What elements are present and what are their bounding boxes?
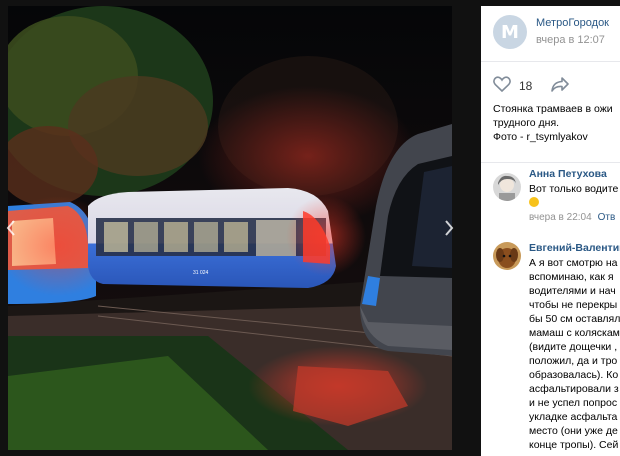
comment-text-line: водителями и нач [529,285,616,297]
comment-time[interactable]: вчера в 22:04 [529,212,592,223]
comment-text: А я вот смотрю на вспоминаю, как я водит… [529,256,620,452]
post-actions: 18 [493,76,570,96]
post-text-line: трудного дня. [493,117,560,129]
comment-text-line: Вот только водите [529,183,619,195]
divider [481,162,620,163]
post-photo[interactable]: 31 024 [8,6,452,450]
chevron-right-icon[interactable] [442,218,456,238]
tram-night-photo: 31 024 [8,6,452,450]
like-count: 18 [519,79,533,93]
commenter-avatar[interactable] [493,242,521,270]
comment-text-line: положил, да и тро [529,355,618,367]
post-text-line: Стоянка трамваев в ожи [493,103,613,115]
post-side-panel: M МетроГородок вчера в 12:07 18 Стоянка … [481,6,620,456]
post-text: Стоянка трамваев в ожи трудного дня. Фот… [493,102,620,144]
comment-text-line: конце тропы). Сей [529,439,619,451]
avatar-letter: M [501,21,519,43]
tram-number: 31 024 [193,270,209,276]
comment-text-line: место (они уже де [529,425,618,437]
comment-text-line: чтобы не перекры [529,299,618,311]
commenter-name[interactable]: Анна Петухова [529,168,607,180]
comment-text-line: и не успел попрос [529,397,618,409]
comment-text-line: укладке асфальта [529,411,618,423]
commenter-avatar[interactable] [493,173,521,201]
community-avatar[interactable]: M [493,15,527,49]
comment-meta: вчера в 22:04 Отв [529,212,615,223]
comment-text-line: бы 50 см оставлял [529,313,620,325]
post-header: M МетроГородок вчера в 12:07 [481,6,620,62]
comment-text-line: вспоминаю, как я [529,271,614,283]
post-author-link[interactable]: МетроГородок [536,17,609,29]
comment-text-line: асфальтировали з [529,383,619,395]
share-icon[interactable] [550,76,570,96]
commenter-name[interactable]: Евгений-Валентино [529,242,620,254]
chevron-left-icon[interactable] [4,218,18,238]
post-text-line: Фото - r_tsymlyakov [493,131,588,143]
comment-text: Вот только водите [529,182,618,210]
comment-text-line: (видите дощечки , [529,341,618,353]
heart-icon[interactable] [493,76,511,96]
comment-text-line: мамаш с коляскам [529,327,620,339]
comment-text-line: А я вот смотрю на [529,257,618,269]
reply-link[interactable]: Отв [598,212,616,223]
post-time[interactable]: вчера в 12:07 [536,34,605,46]
comment-text-line: образовалась). Ко [529,369,619,381]
emoji-icon [529,196,618,210]
